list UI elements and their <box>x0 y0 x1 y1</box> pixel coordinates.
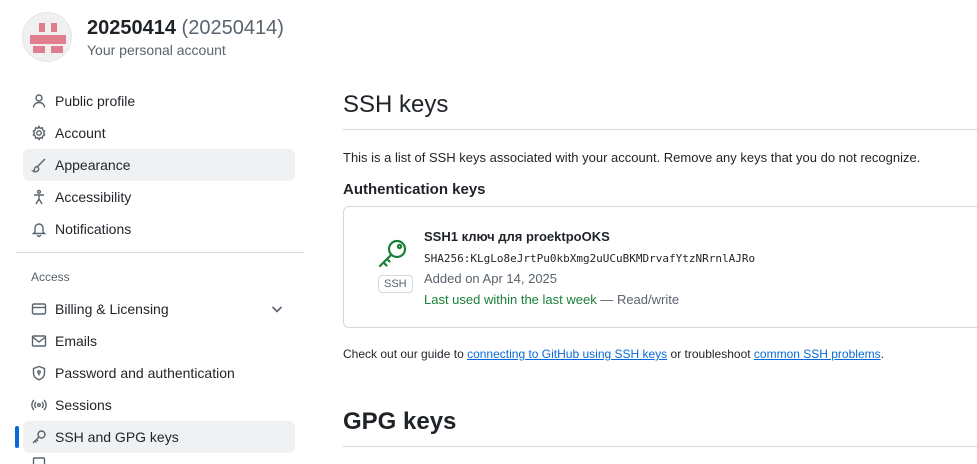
guide-text: Check out our guide to connecting to Git… <box>343 347 884 361</box>
paintbrush-icon <box>31 157 47 173</box>
ssh-key-card: SSH SSH1 ключ для proektpoOKS SHA256:KLg… <box>343 206 977 328</box>
sidebar-item-label: Sessions <box>55 397 112 413</box>
shield-lock-icon <box>31 365 47 381</box>
sidebar-item-notifications[interactable]: Notifications <box>23 213 295 245</box>
sidebar-item-account[interactable]: Account <box>23 117 295 149</box>
sidebar-item-label: Public profile <box>55 93 136 109</box>
key-icon <box>31 429 47 445</box>
mail-icon <box>31 333 47 349</box>
sidebar-heading-access: Access <box>31 270 70 284</box>
guide-suffix: . <box>880 347 884 361</box>
sidebar-item-accessibility[interactable]: Accessibility <box>23 181 295 213</box>
ssh-keys-heading: SSH keys <box>343 91 449 118</box>
credit-card-icon <box>31 301 47 317</box>
accessibility-icon <box>31 189 47 205</box>
repo-icon <box>31 453 47 464</box>
sidebar-item-billing[interactable]: Billing & Licensing <box>23 293 295 325</box>
account-subtitle: Your personal account <box>87 42 226 58</box>
key-added-date: Added on Apr 14, 2025 <box>424 271 558 286</box>
key-access-level: — Read/write <box>596 292 680 307</box>
sidebar-item-label: Appearance <box>55 157 131 173</box>
sidebar-item-label: Account <box>55 125 106 141</box>
sidebar-item-public-profile[interactable]: Public profile <box>23 85 295 117</box>
sidebar-item-appearance[interactable]: Appearance <box>23 149 295 181</box>
person-icon <box>31 93 47 109</box>
account-login: (20250414) <box>181 17 284 39</box>
gear-icon <box>31 125 47 141</box>
sidebar-item-password[interactable]: Password and authentication <box>23 357 295 389</box>
sidebar-divider <box>16 252 304 253</box>
ssh-intro-text: This is a list of SSH keys associated wi… <box>343 150 921 165</box>
key-title: SSH1 ключ для proektpoOKS <box>424 229 610 244</box>
active-indicator <box>15 426 19 448</box>
ssh-problems-link[interactable]: common SSH problems <box>754 347 881 361</box>
authentication-keys-heading: Authentication keys <box>343 181 486 198</box>
gpg-keys-heading: GPG keys <box>343 408 457 435</box>
account-display-name: 20250414 <box>87 17 176 39</box>
broadcast-icon <box>31 397 47 413</box>
sidebar-item-ssh-gpg-keys[interactable]: SSH and GPG keys <box>23 421 295 453</box>
sidebar-item-label: Emails <box>55 333 98 349</box>
key-last-used-text: Last used within the last week <box>424 292 597 307</box>
account-name: 20250414 (20250414) <box>87 17 284 40</box>
sidebar-item-sessions[interactable]: Sessions <box>23 389 295 421</box>
sidebar-item-label: SSH and GPG keys <box>55 429 179 445</box>
sidebar-item-label: Accessibility <box>55 189 132 205</box>
sidebar-item-label: Notifications <box>55 221 132 237</box>
ssh-badge: SSH <box>378 275 413 293</box>
ssh-guide-link[interactable]: connecting to GitHub using SSH keys <box>467 347 667 361</box>
sidebar-item-emails[interactable]: Emails <box>23 325 295 357</box>
key-fingerprint: SHA256:KLgLo8eJrtPu0kbXmg2uUCuBKMDrvafYt… <box>424 252 756 265</box>
bell-icon <box>31 221 47 237</box>
avatar[interactable] <box>22 12 72 62</box>
guide-middle: or troubleshoot <box>667 347 754 361</box>
sidebar-item-label: Billing & Licensing <box>55 301 169 317</box>
heading-divider <box>343 446 977 447</box>
sidebar-item-label: Password and authentication <box>55 365 235 381</box>
sidebar-item-next[interactable] <box>23 453 295 464</box>
guide-prefix: Check out our guide to <box>343 347 468 361</box>
chevron-down-icon[interactable] <box>269 301 285 317</box>
heading-divider <box>343 129 977 130</box>
key-last-used: Last used within the last week — Read/wr… <box>424 292 679 307</box>
key-icon <box>375 237 409 271</box>
